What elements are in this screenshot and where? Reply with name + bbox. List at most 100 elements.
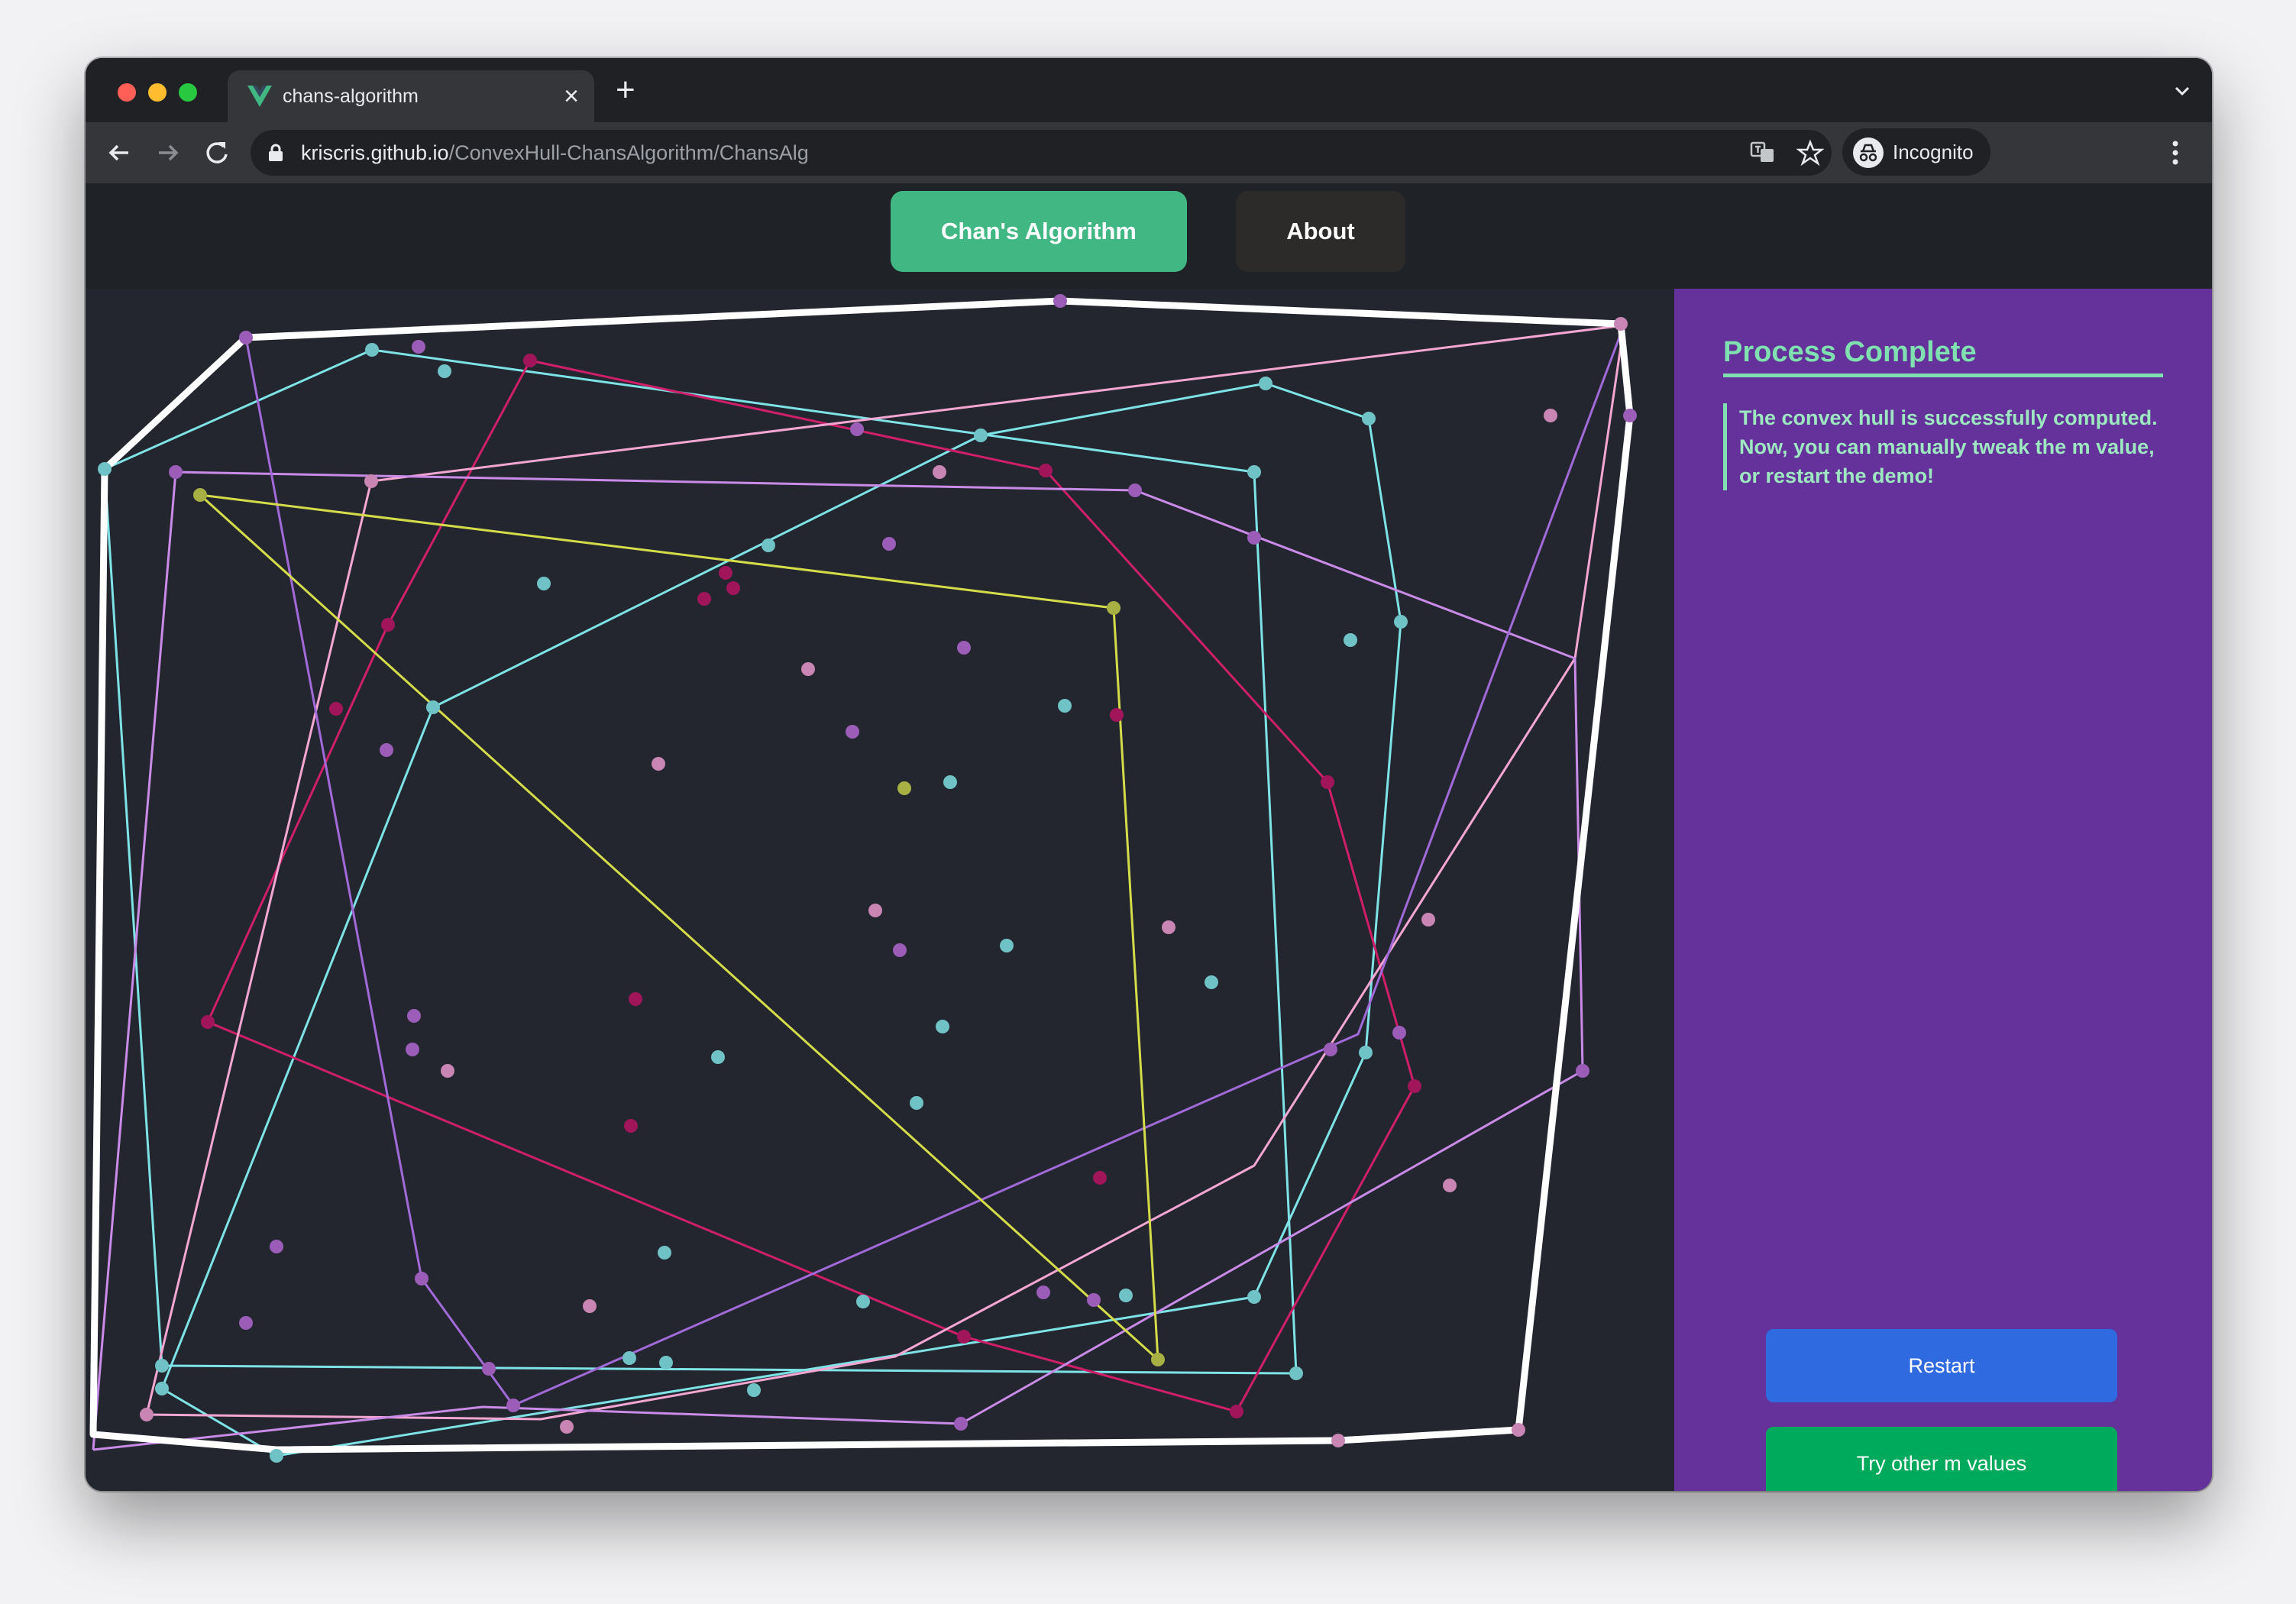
hull-point	[1087, 1293, 1101, 1307]
hull-point	[652, 757, 665, 771]
hull-point	[954, 1417, 968, 1431]
hull-point	[957, 641, 971, 655]
tab-strip: chans-algorithm × +	[86, 58, 2212, 122]
hull-point	[1058, 699, 1072, 713]
hull-point	[381, 618, 395, 632]
hull-point	[155, 1382, 169, 1395]
hull-polyline	[199, 493, 1159, 1361]
hull-point	[933, 465, 946, 479]
hull-point	[1107, 601, 1121, 615]
try-other-m-values-button[interactable]: Try other m values	[1766, 1427, 2117, 1491]
hull-point	[1408, 1079, 1421, 1093]
hull-point	[1247, 1290, 1261, 1304]
hull-point	[1162, 920, 1175, 934]
url-host: kriscris.github.io	[301, 141, 449, 164]
browser-window: chans-algorithm × + kriscris.github.io/C…	[86, 58, 2212, 1491]
hull-point	[850, 422, 864, 436]
hull-point	[583, 1299, 597, 1313]
hull-point	[1544, 409, 1557, 422]
app-navigation: Chan's Algorithm About	[86, 183, 2212, 289]
hull-point	[1093, 1171, 1107, 1185]
incognito-icon	[1853, 137, 1884, 168]
minimize-window-button[interactable]	[148, 83, 167, 102]
hull-point	[438, 364, 451, 378]
hull-polyline	[92, 471, 1584, 1451]
hull-point	[1392, 1026, 1406, 1040]
hull-point	[697, 592, 711, 606]
hull-point	[1362, 412, 1376, 425]
hull-point	[1247, 465, 1261, 479]
hull-point	[726, 581, 740, 595]
hull-point	[193, 488, 207, 502]
nav-about[interactable]: About	[1236, 191, 1405, 272]
bookmark-star-icon[interactable]	[1796, 139, 1824, 167]
hull-point	[711, 1050, 725, 1064]
hull-point	[415, 1272, 428, 1285]
hull-point	[943, 775, 957, 789]
back-arrow-icon[interactable]	[102, 136, 136, 170]
new-tab-icon[interactable]: +	[616, 73, 635, 107]
hull-polyline	[160, 382, 1402, 1457]
hull-point	[560, 1420, 574, 1434]
hull-point	[658, 1246, 671, 1260]
hull-point	[897, 781, 911, 795]
tab-close-icon[interactable]: ×	[564, 81, 579, 112]
incognito-badge[interactable]: Incognito	[1842, 128, 1990, 176]
hull-point	[856, 1295, 870, 1308]
hull-point	[239, 1316, 253, 1330]
hull-point	[365, 343, 379, 357]
hull-point	[1230, 1405, 1243, 1418]
hull-point	[1344, 633, 1357, 647]
hull-point	[506, 1399, 520, 1412]
tab-title: chans-algorithm	[283, 86, 419, 107]
hull-visualization	[89, 294, 1637, 1463]
translate-icon[interactable]	[1749, 139, 1777, 167]
hull-point	[1394, 615, 1408, 629]
hull-point	[1119, 1289, 1133, 1302]
reload-icon[interactable]	[200, 136, 234, 170]
restart-button[interactable]: Restart	[1766, 1329, 2117, 1402]
hull-point	[801, 662, 815, 676]
hull-point	[482, 1362, 496, 1376]
lock-icon	[269, 144, 283, 161]
hull-point	[624, 1119, 638, 1133]
nav-chans-algorithm[interactable]: Chan's Algorithm	[891, 191, 1187, 272]
hull-point	[140, 1408, 154, 1421]
url-text: kriscris.github.io/ConvexHull-ChansAlgor…	[301, 141, 809, 165]
hull-point	[537, 577, 551, 590]
hull-point	[1110, 708, 1124, 722]
hull-point	[1259, 377, 1273, 390]
hull-point	[201, 1015, 215, 1029]
hull-point	[1128, 483, 1142, 497]
hull-point	[910, 1096, 923, 1110]
address-bar[interactable]: kriscris.github.io/ConvexHull-ChansAlgor…	[251, 130, 1832, 176]
status-sidebar: Process Complete The convex hull is succ…	[1674, 289, 2212, 1491]
hull-canvas[interactable]	[86, 289, 1674, 1491]
status-title: Process Complete	[1723, 336, 2163, 377]
more-menu-icon[interactable]	[2166, 136, 2184, 170]
forward-arrow-icon[interactable]	[151, 136, 185, 170]
hull-point	[1512, 1423, 1525, 1437]
hull-point	[407, 1009, 421, 1023]
hull-point	[1151, 1353, 1165, 1366]
close-window-button[interactable]	[118, 83, 136, 102]
incognito-label: Incognito	[1893, 141, 1974, 163]
hull-point	[270, 1240, 283, 1253]
hull-point	[1576, 1064, 1589, 1078]
hull-point	[846, 725, 859, 739]
hull-polyline	[103, 348, 1298, 1375]
chevron-down-icon[interactable]	[2171, 79, 2194, 102]
hull-point	[762, 538, 775, 552]
hull-point	[1359, 1046, 1373, 1059]
hull-point	[1614, 317, 1628, 331]
hull-point	[893, 943, 907, 957]
browser-tab[interactable]: chans-algorithm ×	[228, 70, 594, 122]
hull-point	[406, 1043, 419, 1056]
hull-point	[659, 1356, 673, 1370]
hull-point	[523, 354, 537, 367]
maximize-window-button[interactable]	[179, 83, 197, 102]
hull-polyline	[89, 297, 1634, 1454]
hull-point	[719, 566, 732, 580]
hull-point	[623, 1351, 636, 1365]
hull-point	[936, 1020, 949, 1033]
